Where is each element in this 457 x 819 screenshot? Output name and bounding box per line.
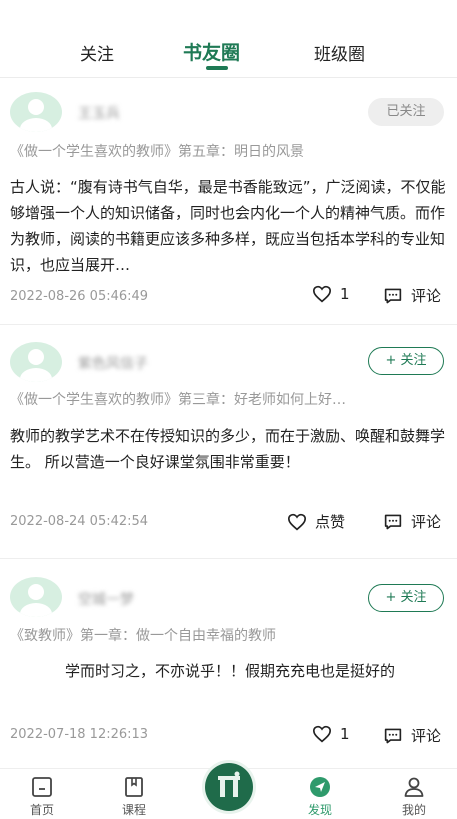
nav-discover[interactable]: 发现 bbox=[290, 775, 350, 818]
bottom-nav: 首页 课程 发现 我的 bbox=[0, 763, 457, 819]
book-icon bbox=[125, 777, 143, 797]
nav-courses[interactable]: 课程 bbox=[104, 775, 164, 818]
like-count: 1 bbox=[340, 285, 350, 303]
post-card[interactable]: 紫色风信子 + 关注 《做一个学生喜欢的教师》第三章：好老师如何上好… 教师的教… bbox=[0, 325, 457, 558]
follow-button[interactable]: + 关注 bbox=[368, 347, 444, 375]
like-button[interactable]: 点赞 bbox=[287, 511, 345, 532]
book-chapter-link[interactable]: 《做一个学生喜欢的教师》第三章：好老师如何上好… bbox=[10, 389, 450, 409]
heart-icon bbox=[287, 513, 307, 530]
username[interactable]: 王玉兵 bbox=[78, 103, 120, 123]
like-label: 点赞 bbox=[315, 513, 346, 531]
post-content[interactable]: 古人说：“腹有诗书气自华，最是书香能致远”，广泛阅读，不仅能够增强一个人的知识储… bbox=[10, 174, 447, 278]
tab-following[interactable]: 关注 bbox=[80, 40, 114, 65]
username[interactable]: 紫色风信子 bbox=[78, 353, 148, 373]
like-button[interactable]: 1 bbox=[312, 725, 350, 743]
like-button[interactable]: 1 bbox=[312, 285, 350, 303]
discover-icon bbox=[310, 777, 330, 797]
avatar[interactable] bbox=[10, 92, 62, 132]
nav-profile-label: 我的 bbox=[401, 803, 426, 817]
avatar[interactable] bbox=[10, 577, 62, 617]
heart-icon bbox=[312, 285, 332, 303]
top-tab-bar: 关注 书友圈 班级圈 bbox=[0, 0, 457, 78]
nav-home[interactable]: 首页 bbox=[12, 775, 72, 818]
heart-icon bbox=[312, 725, 332, 743]
post-card[interactable]: 王玉兵 已关注 《做一个学生喜欢的教师》第五章：明日的风景 古人说：“腹有诗书气… bbox=[0, 79, 457, 324]
post-time: 2022-08-24 05:42:54 bbox=[10, 514, 149, 529]
center-logo-icon bbox=[218, 771, 240, 797]
comment-icon bbox=[384, 728, 402, 743]
nav-courses-label: 课程 bbox=[121, 803, 146, 817]
tab-class-circle[interactable]: 班级圈 bbox=[314, 40, 365, 65]
tab-book-circle[interactable]: 书友圈 bbox=[183, 38, 240, 65]
comment-icon bbox=[384, 514, 402, 529]
comment-button[interactable]: 评论 bbox=[383, 725, 441, 746]
center-logo-button[interactable] bbox=[205, 763, 253, 811]
nav-discover-label: 发现 bbox=[307, 803, 332, 817]
profile-icon bbox=[404, 777, 424, 797]
comment-icon bbox=[384, 288, 402, 303]
home-icon bbox=[32, 777, 52, 797]
post-time: 2022-07-18 12:26:13 bbox=[10, 727, 149, 742]
comment-label: 评论 bbox=[411, 287, 442, 305]
follow-button[interactable]: + 关注 bbox=[368, 584, 444, 612]
comment-button[interactable]: 评论 bbox=[383, 285, 441, 306]
post-card[interactable]: 空城一梦 + 关注 《致教师》第一章：做一个自由幸福的教师 学而时习之，不亦说乎… bbox=[0, 559, 457, 767]
like-count: 1 bbox=[340, 725, 350, 743]
comment-button[interactable]: 评论 bbox=[383, 511, 441, 532]
avatar[interactable] bbox=[10, 342, 62, 382]
active-tab-indicator bbox=[206, 66, 228, 70]
post-content[interactable]: 学而时习之，不亦说乎！！假期充充电也是挺好的 bbox=[10, 658, 447, 684]
post-content[interactable]: 教师的教学艺术不在传授知识的多少，而在于激励、唤醒和鼓舞学生。 所以营造一个良好… bbox=[10, 423, 447, 475]
comment-label: 评论 bbox=[411, 513, 442, 531]
nav-home-label: 首页 bbox=[29, 803, 54, 817]
username[interactable]: 空城一梦 bbox=[78, 589, 134, 609]
book-chapter-link[interactable]: 《做一个学生喜欢的教师》第五章：明日的风景 bbox=[10, 141, 450, 161]
followed-button[interactable]: 已关注 bbox=[368, 98, 444, 126]
nav-profile[interactable]: 我的 bbox=[384, 775, 444, 818]
post-time: 2022-08-26 05:46:49 bbox=[10, 289, 149, 304]
comment-label: 评论 bbox=[411, 727, 442, 745]
book-chapter-link[interactable]: 《致教师》第一章：做一个自由幸福的教师 bbox=[10, 625, 450, 645]
